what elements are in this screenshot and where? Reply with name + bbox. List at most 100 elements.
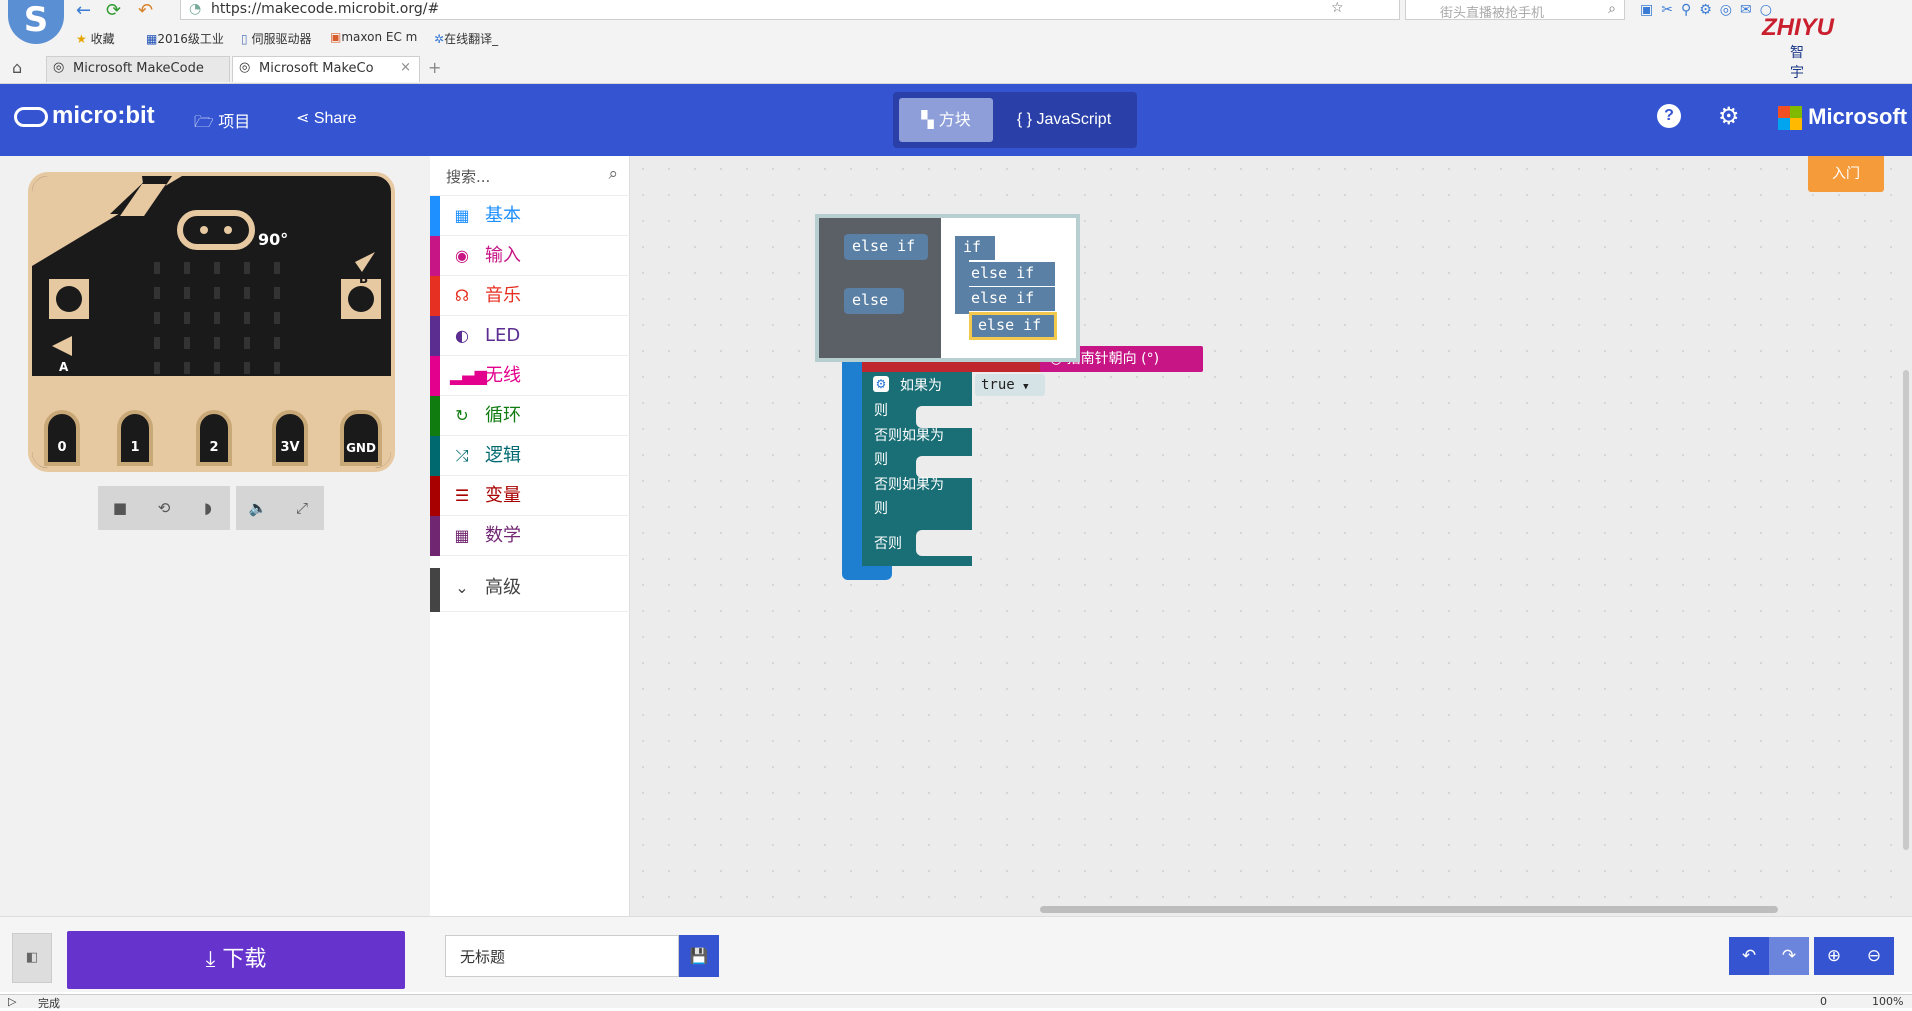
pin-3v[interactable]: 3V: [272, 410, 308, 466]
browser-tab[interactable]: ◎ Microsoft MakeCode: [46, 56, 230, 82]
zoom-out-icon[interactable]: ⊖: [1854, 937, 1894, 975]
mutator-gear-icon[interactable]: ⚙: [873, 376, 889, 392]
category-loops[interactable]: ↻ 循环: [430, 396, 630, 436]
category-math[interactable]: ▦ 数学: [430, 516, 630, 556]
bookmark-item[interactable]: ▯ 伺服驱动器: [241, 30, 311, 47]
category-color-bar: [430, 236, 440, 276]
button-a-label: A: [59, 360, 69, 374]
bookmark-item[interactable]: ▦2016级工业: [146, 30, 224, 47]
list-icon: ☰: [454, 486, 470, 505]
horizontal-scrollbar[interactable]: [1040, 906, 1778, 913]
mutator-option-label: else if: [852, 237, 916, 255]
pin-2[interactable]: 2: [196, 410, 232, 466]
sound-icon[interactable]: 🔈: [236, 486, 280, 530]
star-icon[interactable]: ☆: [1331, 0, 1344, 16]
bookmark-item[interactable]: ▣maxon EC m: [330, 30, 417, 44]
microsoft-logo[interactable]: Microsoft: [1778, 104, 1908, 131]
mutator-elseif-block[interactable]: else if: [965, 262, 1055, 286]
zoom-level[interactable]: 100%: [1872, 995, 1903, 1008]
bookmark-item[interactable]: ★ 收藏: [76, 30, 115, 47]
puzzle-icon: ▚: [921, 110, 934, 129]
browser-tab-active[interactable]: ◎ Microsoft MakeCo ×: [232, 56, 420, 82]
signal-icon: ▂▄▆: [450, 366, 487, 385]
mutator-popup[interactable]: else if else if else if else if else if: [815, 214, 1080, 362]
led-matrix[interactable]: [142, 256, 292, 380]
button-a[interactable]: [49, 279, 89, 319]
category-label: 输入: [485, 245, 521, 266]
browser-search-input[interactable]: 街头直播被抢手机 ⌕: [1405, 0, 1625, 21]
zoom-in-icon[interactable]: ⊕: [1814, 937, 1854, 975]
slowmo-icon[interactable]: ◗: [186, 486, 230, 530]
redo-icon[interactable]: ↷: [1769, 937, 1809, 975]
browser-toolbar-icons[interactable]: ▣✂⚲⚙◎✉○: [1640, 2, 1780, 18]
mutator-if-block[interactable]: if: [955, 236, 995, 260]
back-icon[interactable]: ←: [76, 2, 91, 22]
download-icon: ⤓: [205, 947, 216, 972]
true-dropdown[interactable]: true ▼: [975, 374, 1045, 396]
status-count: 0: [1820, 995, 1827, 1008]
category-color-bar: [430, 356, 440, 396]
editor-mode-switch: ▚ 方块 { } JavaScript: [893, 92, 1137, 148]
settings-icon[interactable]: ⚙: [1718, 102, 1740, 131]
button-b[interactable]: [341, 279, 381, 319]
toolbox: 搜索... ⌕ ▦ 基本 ◉ 输入 ☊ 音乐 ◐ LED ▂▄▆ 无线 ↻ 循环 ⤮ 逻辑 ☰…: [430, 156, 630, 916]
new-tab-icon[interactable]: +: [428, 58, 441, 77]
help-icon[interactable]: ?: [1657, 104, 1681, 128]
projects-button[interactable]: 🗁 项目: [194, 108, 250, 138]
mutator-elseif-block-selected[interactable]: else if: [969, 312, 1057, 340]
restart-icon[interactable]: ⟲: [142, 486, 186, 530]
category-color-bar: [430, 568, 440, 612]
category-color-bar: [430, 196, 440, 236]
mutator-elseif-option[interactable]: else if: [844, 234, 928, 260]
pin-1[interactable]: 1: [117, 410, 153, 466]
download-button[interactable]: ⤓ 下载: [67, 931, 405, 989]
if-label: 如果为: [900, 378, 942, 394]
address-bar[interactable]: ◔ https://makecode.microbit.org/# ☆: [180, 0, 1400, 20]
undo-icon[interactable]: ↶: [138, 2, 153, 22]
category-variables[interactable]: ☰ 变量: [430, 476, 630, 516]
search-icon[interactable]: ⌕: [608, 164, 618, 184]
microsoft-label: Microsoft: [1808, 104, 1908, 129]
getting-started-button[interactable]: 入门: [1808, 156, 1884, 192]
category-color-bar: [430, 276, 440, 316]
pin-0[interactable]: 0: [44, 410, 80, 466]
vertical-scrollbar[interactable]: [1903, 370, 1909, 850]
collapse-simulator-icon[interactable]: ◧: [12, 933, 52, 983]
tab-close-icon[interactable]: ×: [400, 60, 411, 75]
search-icon[interactable]: ⌕: [1608, 1, 1616, 17]
projects-label: 项目: [218, 114, 251, 131]
undo-icon[interactable]: ↶: [1729, 937, 1769, 975]
blocks-mode-button[interactable]: ▚ 方块: [899, 98, 993, 142]
mutator-else-option[interactable]: else: [844, 288, 904, 314]
led: [274, 287, 280, 300]
category-logic[interactable]: ⤮ 逻辑: [430, 436, 630, 476]
tab-favicon-icon: ◎: [53, 60, 65, 75]
category-advanced[interactable]: ⌄ 高级: [430, 568, 630, 612]
pin-gnd[interactable]: GND: [340, 410, 382, 466]
dropdown-arrow-icon: ▼: [1023, 382, 1029, 392]
category-led[interactable]: ◐ LED: [430, 316, 630, 356]
stop-icon[interactable]: ■: [98, 486, 142, 530]
browser-logo[interactable]: S: [8, 0, 64, 44]
toolbox-search-input[interactable]: 搜索... ⌕: [430, 156, 630, 196]
brand-watermark-sub: 智 宇: [1790, 45, 1836, 81]
led: [214, 287, 220, 300]
javascript-mode-button[interactable]: { } JavaScript: [999, 98, 1129, 142]
refresh-icon[interactable]: ⟳: [106, 2, 121, 22]
microbit-logo[interactable]: micro:bit: [14, 102, 155, 130]
microbit-board[interactable]: 90° A B 0 1 2 3V GND: [28, 172, 395, 472]
home-icon[interactable]: ⌂: [12, 58, 22, 77]
share-button[interactable]: ⋖ Share: [296, 108, 357, 128]
led: [154, 287, 160, 300]
save-icon[interactable]: 💾: [679, 935, 719, 977]
category-input[interactable]: ◉ 输入: [430, 236, 630, 276]
category-basic[interactable]: ▦ 基本: [430, 196, 630, 236]
else-slot: [916, 530, 972, 556]
project-name-input[interactable]: 无标题: [445, 935, 679, 977]
category-radio[interactable]: ▂▄▆ 无线: [430, 356, 630, 396]
makecode-header: micro:bit 🗁 项目 ⋖ Share ▚ 方块 { } JavaScri…: [0, 84, 1912, 156]
bookmark-item[interactable]: ✲在线翻译_: [434, 30, 498, 47]
mutator-elseif-block[interactable]: else if: [965, 287, 1055, 311]
category-music[interactable]: ☊ 音乐: [430, 276, 630, 316]
fullscreen-icon[interactable]: ⤢: [280, 486, 324, 530]
